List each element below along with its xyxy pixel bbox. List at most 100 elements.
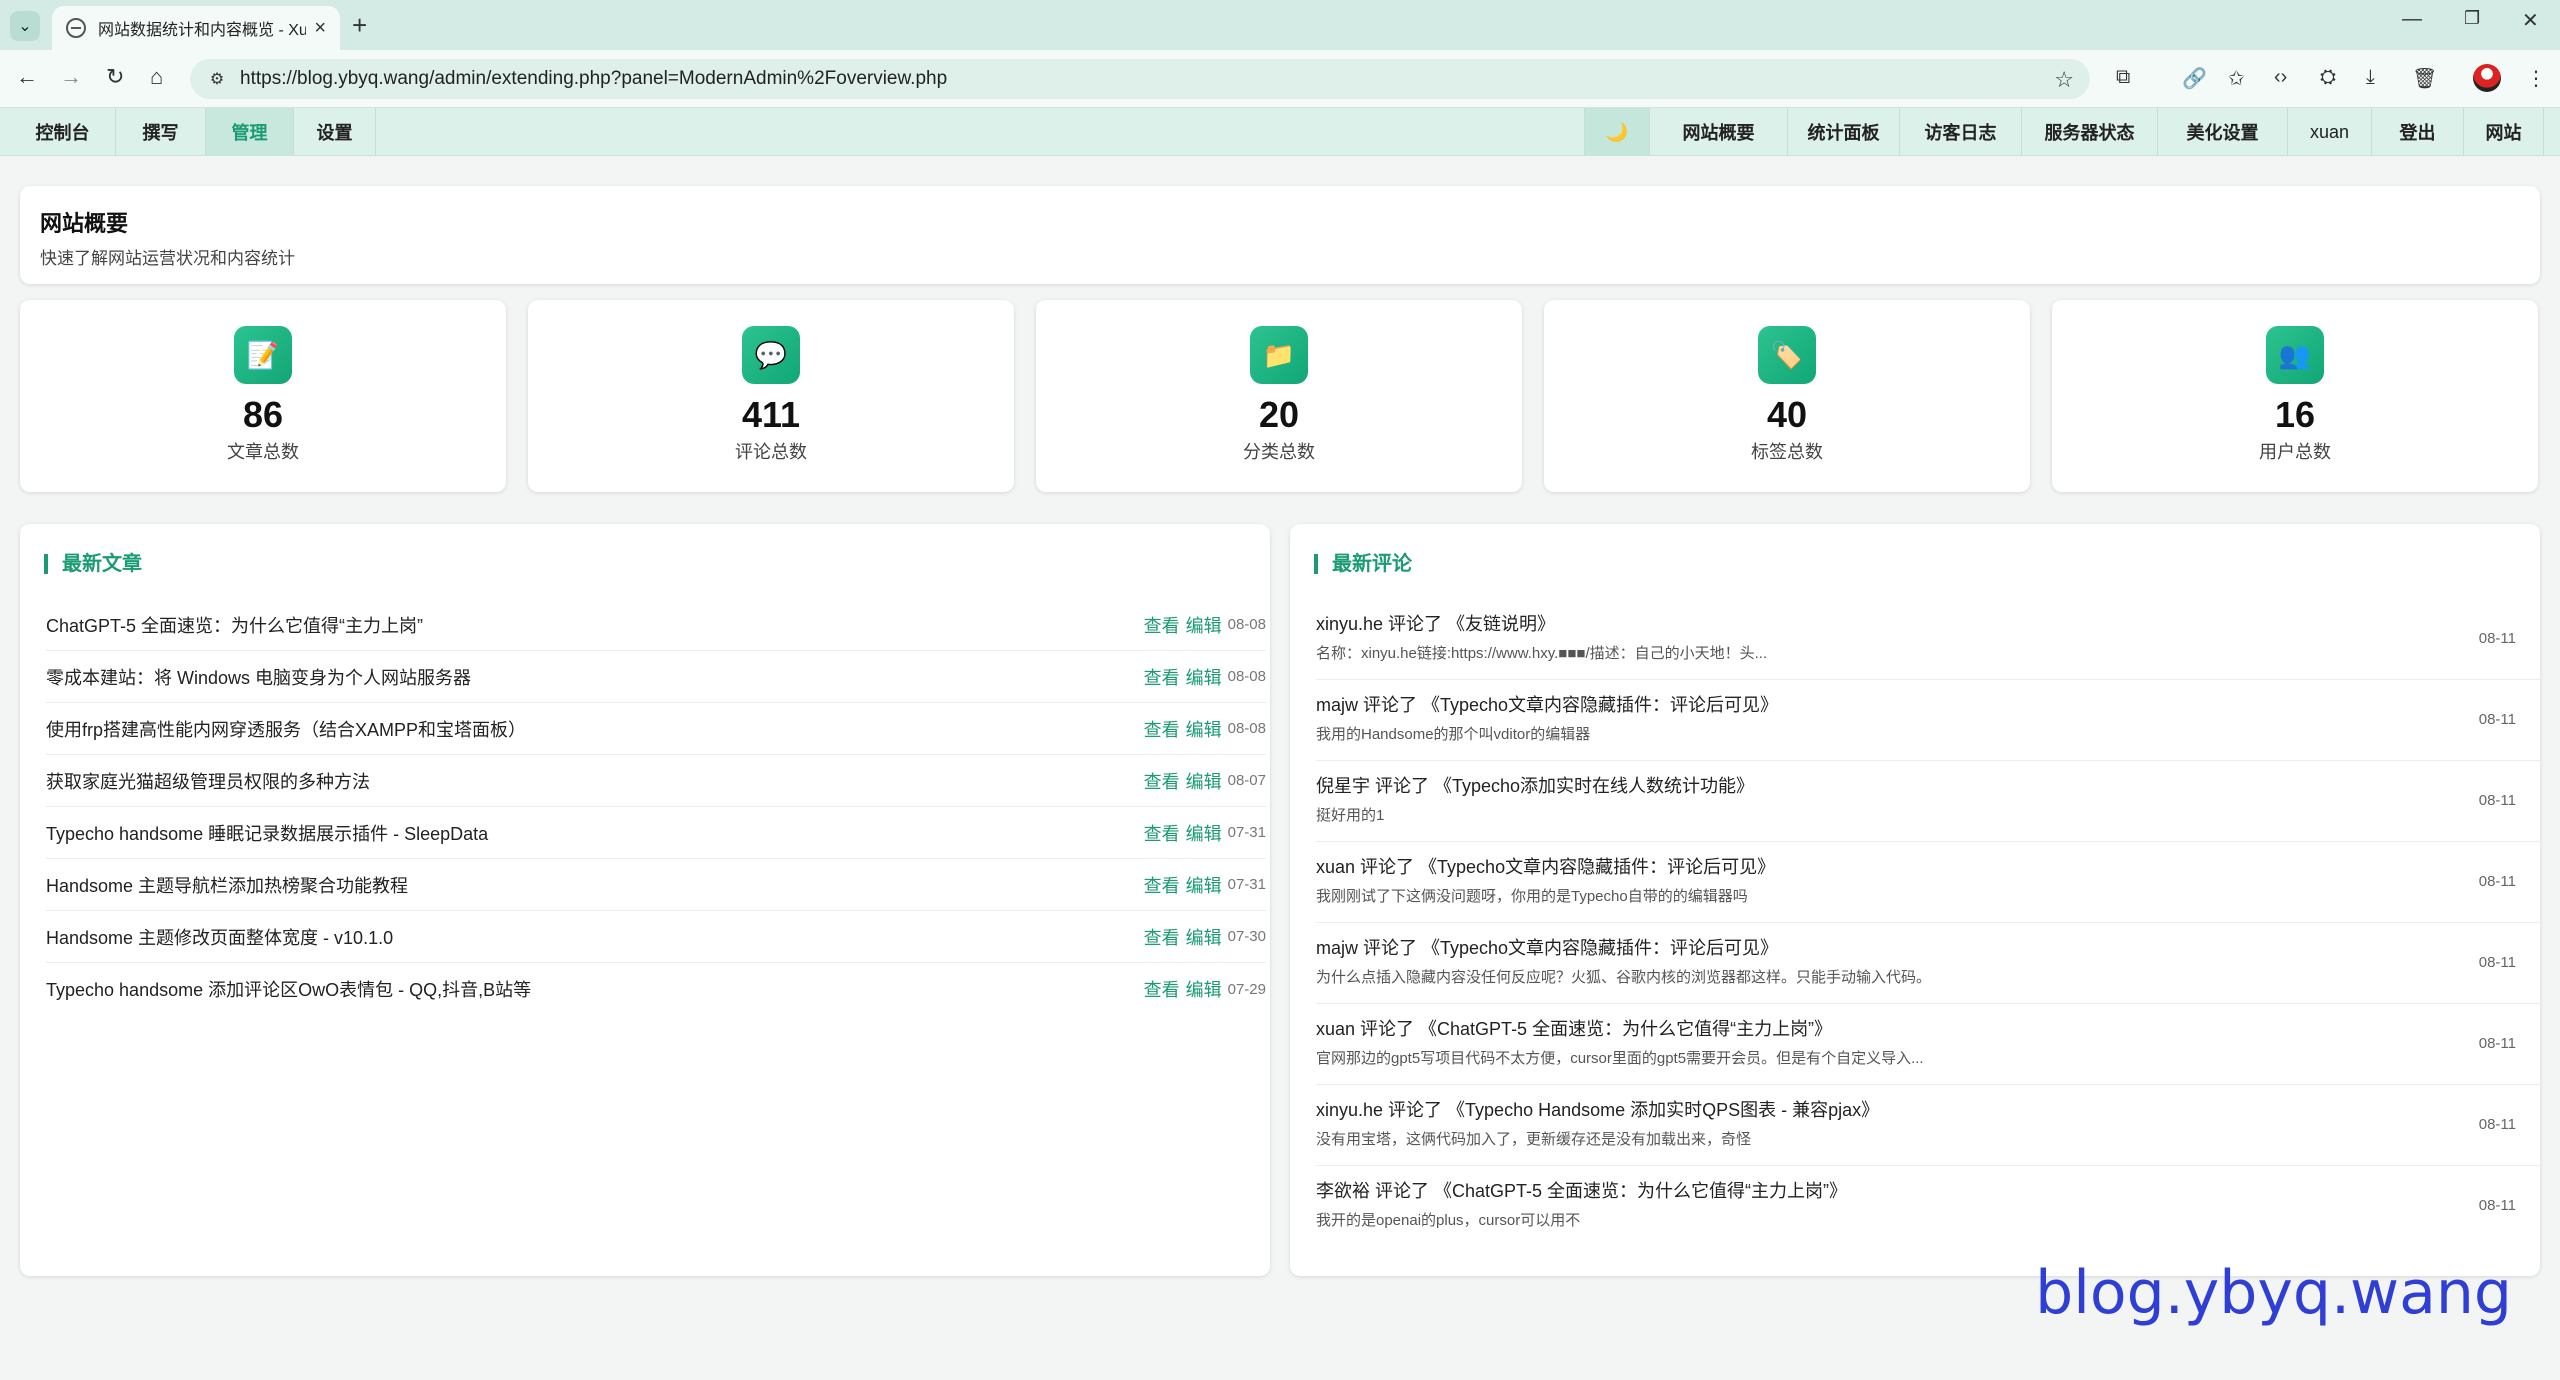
- view-link[interactable]: 查看: [1144, 716, 1180, 742]
- list-item[interactable]: majw 评论了 《Typecho文章内容隐藏插件：评论后可见》 我用的Hand…: [1316, 680, 2542, 761]
- download-icon[interactable]: ⤓: [2366, 66, 2375, 89]
- link-icon[interactable]: 🔗: [2182, 66, 2207, 91]
- back-button[interactable]: ←: [16, 64, 38, 90]
- new-tab-button[interactable]: +: [352, 10, 367, 41]
- post-title-link[interactable]: 使用frp搭建高性能内网穿透服务（结合XAMPP和宝塔面板）: [46, 716, 1138, 742]
- post-title-link[interactable]: Handsome 主题修改页面整体宽度 - v10.1.0: [46, 924, 1138, 950]
- section-title: 最新评论: [1314, 554, 1412, 574]
- nav-logout[interactable]: 登出: [2372, 108, 2464, 156]
- site-settings-icon[interactable]: ⚙: [204, 66, 230, 92]
- edit-link[interactable]: 编辑: [1186, 612, 1222, 638]
- home-button[interactable]: ⌂: [150, 64, 163, 90]
- latest-comments-card: 最新评论 xinyu.he 评论了 《友链说明》 名称：xinyu.he链接:h…: [1290, 524, 2542, 1276]
- address-bar[interactable]: ⚙ https://blog.ybyq.wang/admin/extending…: [190, 59, 2090, 99]
- view-link[interactable]: 查看: [1144, 872, 1180, 898]
- post-title-link[interactable]: Typecho handsome 添加评论区OwO表情包 - QQ,抖音,B站等: [46, 976, 1138, 1002]
- nav-server-status[interactable]: 服务器状态: [2022, 108, 2158, 156]
- stat-value: 40: [1766, 394, 1808, 435]
- post-date: 08-08: [1227, 616, 1266, 633]
- nav-visitor-log[interactable]: 访客日志: [1900, 108, 2022, 156]
- nav-manage[interactable]: 管理: [206, 108, 294, 156]
- list-item: 使用frp搭建高性能内网穿透服务（结合XAMPP和宝塔面板） 查看 编辑 08-…: [46, 703, 1266, 755]
- stat-value: 86: [242, 394, 284, 435]
- comment-excerpt: 官网那边的gpt5写项目代码不太方便，cursor里面的gpt5需要开会员。但是…: [1316, 1050, 1924, 1067]
- view-link[interactable]: 查看: [1144, 820, 1180, 846]
- browser-tab-active[interactable]: 网站数据统计和内容概览 - Xua ×: [52, 6, 340, 50]
- list-item[interactable]: xinyu.he 评论了 《友链说明》 名称：xinyu.he链接:https:…: [1316, 599, 2542, 680]
- favorites-icon[interactable]: ✩: [2228, 66, 2245, 91]
- nav-site-overview[interactable]: 网站概要: [1650, 108, 1788, 156]
- restore-button[interactable]: ❐: [2464, 8, 2480, 29]
- tab-search-button[interactable]: ⌄: [10, 11, 40, 41]
- tag-icon: 🏷️: [1758, 326, 1816, 384]
- post-title-link[interactable]: Handsome 主题导航栏添加热榜聚合功能教程: [46, 872, 1138, 898]
- comment-excerpt: 名称：xinyu.he链接:https://www.hxy.■■■/描述：自己的…: [1316, 645, 1768, 662]
- page-subtitle: 快速了解网站运营状况和内容统计: [40, 249, 295, 268]
- close-window-button[interactable]: ✕: [2522, 8, 2539, 33]
- comment-date: 08-11: [2478, 711, 2516, 728]
- edit-link[interactable]: 编辑: [1186, 924, 1222, 950]
- nav-user-xuan[interactable]: xuan: [2288, 108, 2372, 156]
- stat-card-users: 👥 16 用户总数: [2052, 300, 2538, 492]
- post-title-link[interactable]: ChatGPT-5 全面速览：为什么它值得“主力上岗”: [46, 612, 1138, 638]
- code-icon[interactable]: ‹›: [2274, 66, 2287, 89]
- globe-icon: [66, 18, 86, 38]
- extensions-icon[interactable]: ⧉: [2116, 66, 2130, 89]
- view-link[interactable]: 查看: [1144, 976, 1180, 1002]
- comment-date: 08-11: [2478, 792, 2516, 809]
- stat-card-posts: 📝 86 文章总数: [20, 300, 506, 492]
- list-item: 获取家庭光猫超级管理员权限的多种方法 查看 编辑 08-07: [46, 755, 1266, 807]
- post-date: 07-31: [1227, 824, 1266, 841]
- nav-dashboard[interactable]: 控制台: [10, 108, 116, 156]
- view-link[interactable]: 查看: [1144, 924, 1180, 950]
- forward-button[interactable]: →: [60, 64, 82, 90]
- view-link[interactable]: 查看: [1144, 768, 1180, 794]
- comment-title: majw 评论了 《Typecho文章内容隐藏插件：评论后可见》: [1316, 938, 1779, 958]
- view-link[interactable]: 查看: [1144, 612, 1180, 638]
- post-title-link[interactable]: Typecho handsome 睡眠记录数据展示插件 - SleepData: [46, 820, 1138, 846]
- list-item[interactable]: 李欲裕 评论了 《ChatGPT-5 全面速览：为什么它值得“主力上岗”》 我开…: [1316, 1166, 2542, 1247]
- list-item[interactable]: xuan 评论了 《ChatGPT-5 全面速览：为什么它值得“主力上岗”》 官…: [1316, 1004, 2542, 1085]
- bookmark-star-icon[interactable]: ☆: [2054, 67, 2074, 93]
- browser-tab-bar: ⌄ 网站数据统计和内容概览 - Xua × + — ❐ ✕: [0, 0, 2560, 50]
- trash-icon[interactable]: 🗑: [2412, 66, 2437, 91]
- stat-label: 分类总数: [1243, 442, 1315, 462]
- edit-link[interactable]: 编辑: [1186, 976, 1222, 1002]
- edit-link[interactable]: 编辑: [1186, 716, 1222, 742]
- list-item: Typecho handsome 添加评论区OwO表情包 - QQ,抖音,B站等…: [46, 963, 1266, 1015]
- list-item: Typecho handsome 睡眠记录数据展示插件 - SleepData …: [46, 807, 1266, 859]
- list-item[interactable]: 倪星宇 评论了 《Typecho添加实时在线人数统计功能》 挺好用的1 08-1…: [1316, 761, 2542, 842]
- comment-excerpt: 挺好用的1: [1316, 807, 1385, 824]
- document-icon: 📝: [234, 326, 292, 384]
- minimize-button[interactable]: —: [2402, 8, 2422, 31]
- view-link[interactable]: 查看: [1144, 664, 1180, 690]
- edit-link[interactable]: 编辑: [1186, 768, 1222, 794]
- post-title-link[interactable]: 获取家庭光猫超级管理员权限的多种方法: [46, 768, 1138, 794]
- close-icon[interactable]: ×: [314, 17, 326, 40]
- list-item[interactable]: xuan 评论了 《Typecho文章内容隐藏插件：评论后可见》 我刚刚试了下这…: [1316, 842, 2542, 923]
- profile-avatar[interactable]: [2473, 64, 2501, 92]
- nav-website[interactable]: 网站: [2464, 108, 2544, 156]
- list-item: 零成本建站：将 Windows 电脑变身为个人网站服务器 查看 编辑 08-08: [46, 651, 1266, 703]
- comment-icon: 💬: [742, 326, 800, 384]
- list-item[interactable]: xinyu.he 评论了 《Typecho Handsome 添加实时QPS图表…: [1316, 1085, 2542, 1166]
- theme-toggle-moon-icon[interactable]: 🌙: [1584, 108, 1650, 156]
- reload-button[interactable]: ↻: [106, 64, 124, 90]
- more-menu-icon[interactable]: ⋮: [2526, 66, 2546, 91]
- incognito-icon[interactable]: ⛭: [2320, 66, 2336, 89]
- nav-settings[interactable]: 设置: [294, 108, 376, 156]
- stat-label: 用户总数: [2259, 442, 2331, 462]
- stat-value: 411: [741, 394, 801, 435]
- edit-link[interactable]: 编辑: [1186, 820, 1222, 846]
- overview-header-card: 网站概要 快速了解网站运营状况和内容统计: [20, 186, 2540, 284]
- edit-link[interactable]: 编辑: [1186, 664, 1222, 690]
- comment-excerpt: 没有用宝塔，这俩代码加入了，更新缓存还是没有加载出来，奇怪: [1316, 1131, 1752, 1148]
- post-title-link[interactable]: 零成本建站：将 Windows 电脑变身为个人网站服务器: [46, 664, 1138, 690]
- list-item[interactable]: majw 评论了 《Typecho文章内容隐藏插件：评论后可见》 为什么点插入隐…: [1316, 923, 2542, 1004]
- nav-write[interactable]: 撰写: [116, 108, 206, 156]
- nav-stats-panel[interactable]: 统计面板: [1788, 108, 1900, 156]
- nav-beautify-settings[interactable]: 美化设置: [2158, 108, 2288, 156]
- comment-title: 倪星宇 评论了 《Typecho添加实时在线人数统计功能》: [1316, 776, 1755, 796]
- list-item: Handsome 主题修改页面整体宽度 - v10.1.0 查看 编辑 07-3…: [46, 911, 1266, 963]
- edit-link[interactable]: 编辑: [1186, 872, 1222, 898]
